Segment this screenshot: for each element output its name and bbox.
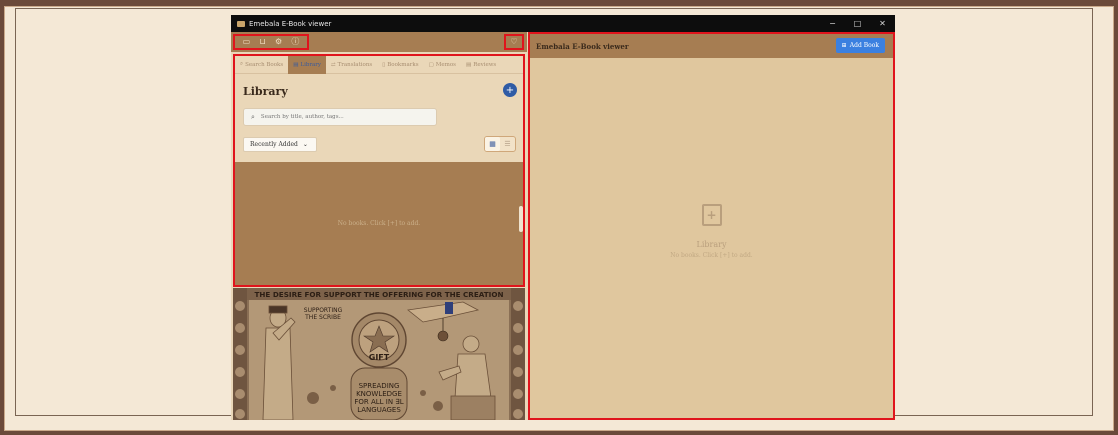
sort-select[interactable]: Recently Added ⌄ <box>243 137 317 152</box>
library-section: ⌕ Search Books ▤ Library ⇄ Translations ▯ Bo… <box>233 54 525 287</box>
review-icon: ▤ <box>466 61 472 68</box>
banner-title: THE DESIRE FOR SUPPORT THE OFFERING FOR … <box>255 290 504 299</box>
right-panel: Emebala E-Book viewer ⊞ Add Book + Libra… <box>528 32 895 420</box>
list-view-button[interactable]: ☰ <box>500 137 515 151</box>
empty-message: No books. Click [+] to add. <box>337 220 421 227</box>
maximize-button[interactable]: □ <box>845 19 870 28</box>
minimize-button[interactable]: − <box>820 19 845 28</box>
tab-library[interactable]: ▤ Library <box>288 56 326 74</box>
banner-supporting-2: THE SCRIBE <box>304 314 341 321</box>
library-search: ⌕ <box>243 108 437 126</box>
memo-icon: ▢ <box>428 61 434 68</box>
toolbar: ▭ ⊔ ⚙ ⓘ ♡ <box>231 32 527 52</box>
tab-bar: ⌕ Search Books ▤ Library ⇄ Translations ▯ Bo… <box>235 56 523 74</box>
bookmark-icon: ▯ <box>382 61 386 68</box>
resize-handle[interactable] <box>519 206 523 232</box>
add-book-plus-button[interactable]: + <box>503 83 517 97</box>
book-list-area: No books. Click [+] to add. <box>235 162 523 285</box>
support-banner-image: THE DESIRE FOR SUPPORT THE OFFERING FOR … <box>233 288 525 420</box>
folder-icon[interactable]: ⊔ <box>259 38 265 46</box>
banner-spreading-3: FOR ALL IN ∃L <box>354 398 403 406</box>
library-heading: Library <box>243 85 288 98</box>
placeholder-title: Library <box>696 240 727 249</box>
tab-bookmarks[interactable]: ▯ Bookmarks <box>377 56 423 74</box>
tab-memos[interactable]: ▢ Memos <box>424 56 461 74</box>
viewer-header: Emebala E-Book viewer ⊞ Add Book <box>530 34 893 58</box>
banner-spreading-4: LANGUAGES <box>357 406 401 414</box>
chevron-down-icon: ⌄ <box>302 141 308 148</box>
search-icon: ⌕ <box>240 61 244 67</box>
placeholder-message: No books. Click [+] to add. <box>670 252 753 259</box>
info-icon[interactable]: ⓘ <box>291 38 299 46</box>
view-toggle: ▦ ☰ <box>484 136 516 152</box>
add-book-button[interactable]: ⊞ Add Book <box>835 38 885 53</box>
list-icon: ☰ <box>504 140 511 148</box>
close-button[interactable]: ✕ <box>870 19 895 28</box>
grid-icon: ▦ <box>489 140 496 148</box>
book-plus-icon: ⊞ <box>841 42 847 49</box>
window-title: Emebala E-Book viewer <box>249 19 332 28</box>
empty-library-placeholder: + Library No books. Click [+] to add. <box>530 204 893 259</box>
stone-tablet-illustration: THE DESIRE FOR SUPPORT THE OFFERING FOR … <box>233 288 525 420</box>
translate-icon: ⇄ <box>331 61 336 68</box>
book-add-icon: + <box>701 204 722 226</box>
heart-icon: ♡ <box>510 37 518 46</box>
sort-selected-value: Recently Added <box>250 141 298 148</box>
toolbar-icon-group: ▭ ⊔ ⚙ ⓘ <box>233 34 309 50</box>
banner-spreading-1: SPREADING <box>359 382 400 390</box>
viewer-title: Emebala E-Book viewer <box>536 41 629 51</box>
left-panel: ▭ ⊔ ⚙ ⓘ ♡ ⌕ Search Books ▤ Library ⇄ Transl… <box>231 32 527 420</box>
title-bar: Emebala E-Book viewer − □ ✕ <box>231 15 895 32</box>
tab-translations[interactable]: ⇄ Translations <box>326 56 377 74</box>
heart-button[interactable]: ♡ <box>504 34 524 50</box>
app-icon <box>237 20 245 27</box>
banner-gift: GIFT <box>369 353 390 362</box>
add-book-label: Add Book <box>849 42 879 49</box>
tab-reviews[interactable]: ▤ Reviews <box>461 56 501 74</box>
library-icon: ▤ <box>293 61 299 68</box>
app-window: Emebala E-Book viewer − □ ✕ ▭ ⊔ ⚙ ⓘ ♡ ⌕ S… <box>231 15 895 420</box>
search-icon: ⌕ <box>251 112 255 121</box>
banner-supporting-1: SUPPORTING <box>304 307 343 314</box>
search-input[interactable] <box>260 114 421 120</box>
banner-spreading-2: KNOWLEDGE <box>356 390 402 398</box>
grid-view-button[interactable]: ▦ <box>485 137 500 151</box>
tab-search-books[interactable]: ⌕ Search Books <box>235 56 288 74</box>
settings-icon[interactable]: ⚙ <box>275 38 282 46</box>
library-icon[interactable]: ▭ <box>243 38 251 46</box>
